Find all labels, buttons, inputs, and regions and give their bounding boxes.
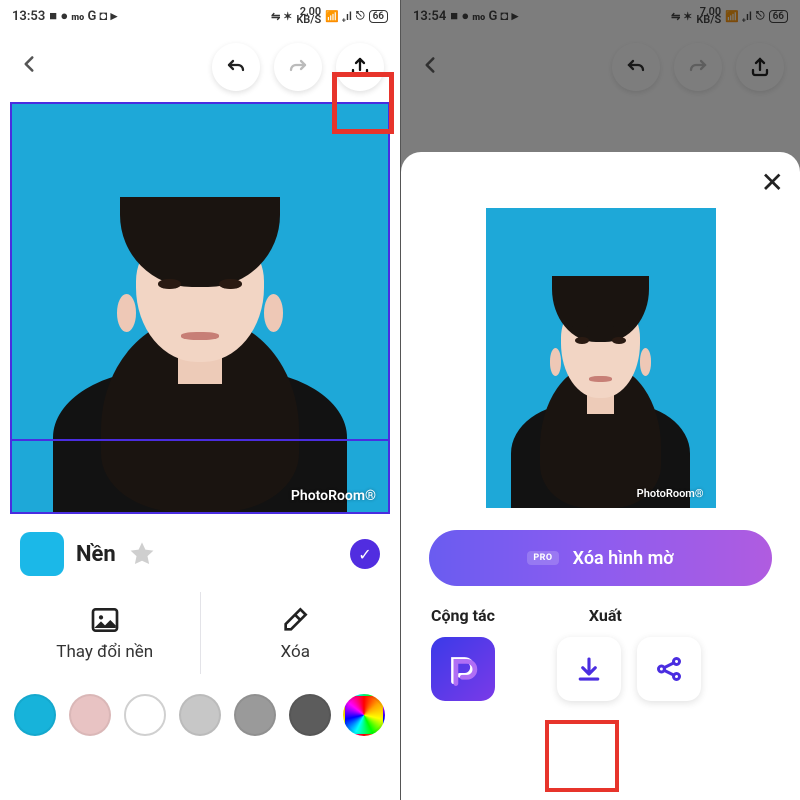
color-option[interactable] bbox=[124, 694, 166, 736]
color-option[interactable] bbox=[179, 694, 221, 736]
favorite-icon[interactable] bbox=[128, 540, 156, 568]
color-option[interactable] bbox=[234, 694, 276, 736]
pro-badge: PRO bbox=[527, 551, 558, 565]
portrait-subject bbox=[503, 232, 699, 508]
left-screenshot: 13:53 ■ ● mo G ◘ ▸ ⇋ ✶ 2,00 KB/S 📶 ₊ıl ⎋… bbox=[0, 0, 400, 800]
export-preview: PhotoRoom® bbox=[486, 208, 716, 508]
remove-watermark-button[interactable]: PRO Xóa hình mờ bbox=[429, 530, 772, 586]
tile-label: Thay đổi nền bbox=[56, 642, 153, 662]
back-button[interactable] bbox=[16, 51, 42, 83]
redo-button[interactable] bbox=[274, 43, 322, 91]
color-picker-rainbow[interactable] bbox=[343, 694, 385, 736]
layer-selected-check-icon: ✓ bbox=[350, 539, 380, 569]
color-option[interactable] bbox=[14, 694, 56, 736]
photoroom-logo-icon bbox=[444, 650, 482, 688]
close-icon[interactable]: ✕ bbox=[761, 166, 784, 199]
undo-button[interactable] bbox=[212, 43, 260, 91]
highlight-download-button bbox=[545, 720, 619, 792]
background-color-picker bbox=[0, 674, 400, 746]
color-option[interactable] bbox=[289, 694, 331, 736]
clock: 13:53 bbox=[12, 9, 45, 24]
right-screenshot: 13:54 ■ ● mo G ◘ ▸ ⇋ ✶ 7,00 KB/S 📶 ₊ıl ⎋… bbox=[400, 0, 800, 800]
watermark-text: PhotoRoom® bbox=[291, 488, 376, 504]
collab-photoroom-tile[interactable] bbox=[431, 637, 495, 701]
collab-section-title: Cộng tác bbox=[431, 606, 495, 625]
color-option[interactable] bbox=[69, 694, 111, 736]
editor-toolbar bbox=[0, 32, 400, 102]
export-bottom-sheet: ✕ PhotoRoom® PRO Xóa hình mờ bbox=[401, 152, 800, 800]
share-icon bbox=[654, 654, 684, 684]
export-section-title: Xuất bbox=[589, 606, 622, 625]
layer-label: Nền bbox=[76, 542, 116, 567]
background-color-swatch bbox=[20, 532, 64, 576]
photo-canvas[interactable]: PhotoRoom® bbox=[10, 102, 390, 514]
statusbar: 13:53 ■ ● mo G ◘ ▸ ⇋ ✶ 2,00 KB/S 📶 ₊ıl ⎋… bbox=[0, 0, 400, 32]
change-background-tile[interactable]: Thay đổi nền bbox=[10, 592, 200, 674]
erase-tile[interactable]: Xóa bbox=[200, 592, 391, 674]
background-layer-row[interactable]: Nền ✓ bbox=[0, 514, 400, 588]
tile-label: Xóa bbox=[281, 642, 310, 662]
share-button[interactable] bbox=[637, 637, 701, 701]
download-icon bbox=[574, 654, 604, 684]
portrait-subject bbox=[40, 137, 360, 512]
export-button[interactable] bbox=[336, 43, 384, 91]
download-button[interactable] bbox=[557, 637, 621, 701]
eraser-icon bbox=[279, 604, 311, 636]
remove-watermark-label: Xóa hình mờ bbox=[573, 548, 674, 569]
image-icon bbox=[89, 604, 121, 636]
crop-guide-line bbox=[12, 439, 388, 441]
watermark-text: PhotoRoom® bbox=[637, 487, 704, 500]
